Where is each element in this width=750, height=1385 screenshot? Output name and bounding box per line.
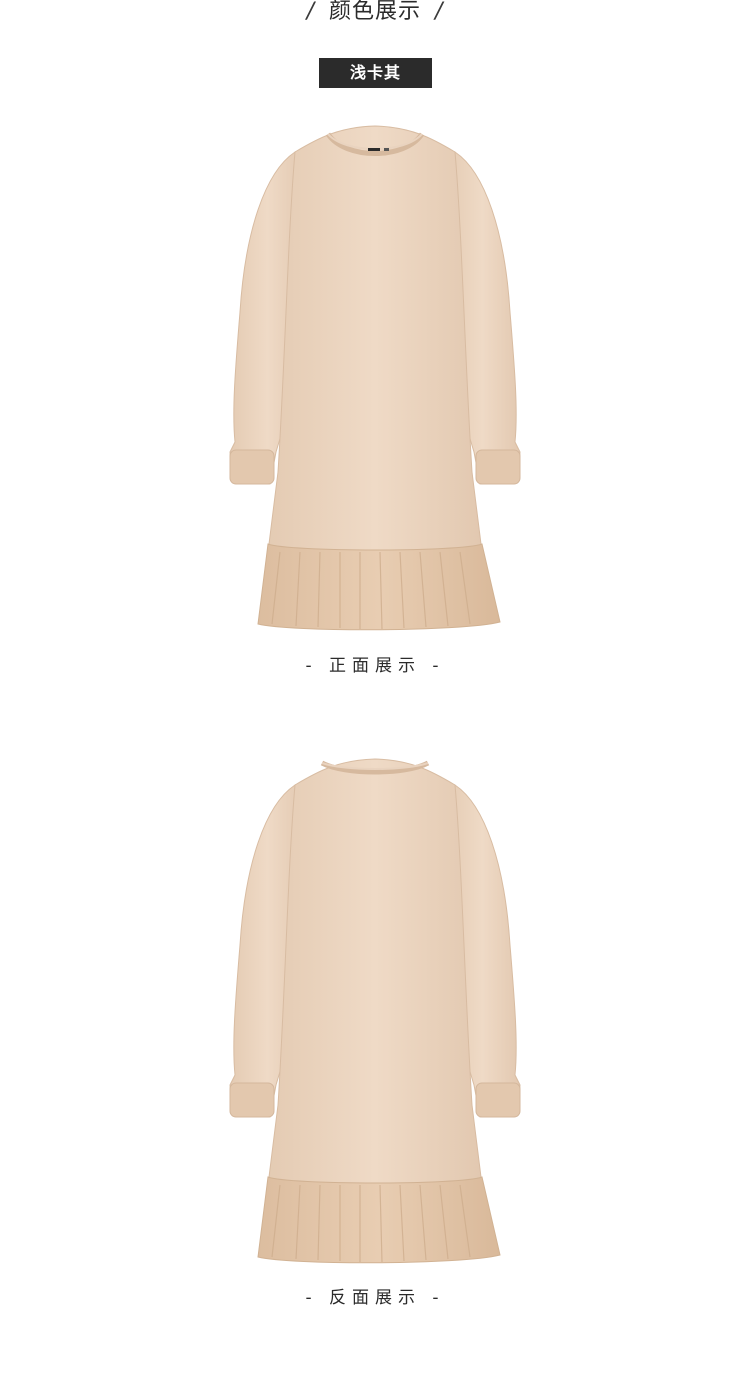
back-view-caption: - 反面展示 - xyxy=(305,1288,445,1308)
title-text: 颜色展示 xyxy=(328,0,421,24)
color-name-badge: 浅卡其 xyxy=(319,58,432,88)
title-slash-right: / xyxy=(435,0,444,24)
title-slash-left: / xyxy=(306,0,315,24)
section-title: / 颜色展示 / xyxy=(0,0,750,26)
dress-front-photo xyxy=(210,112,540,642)
front-view-caption: - 正面展示 - xyxy=(305,656,445,676)
dress-back-photo xyxy=(210,745,540,1275)
